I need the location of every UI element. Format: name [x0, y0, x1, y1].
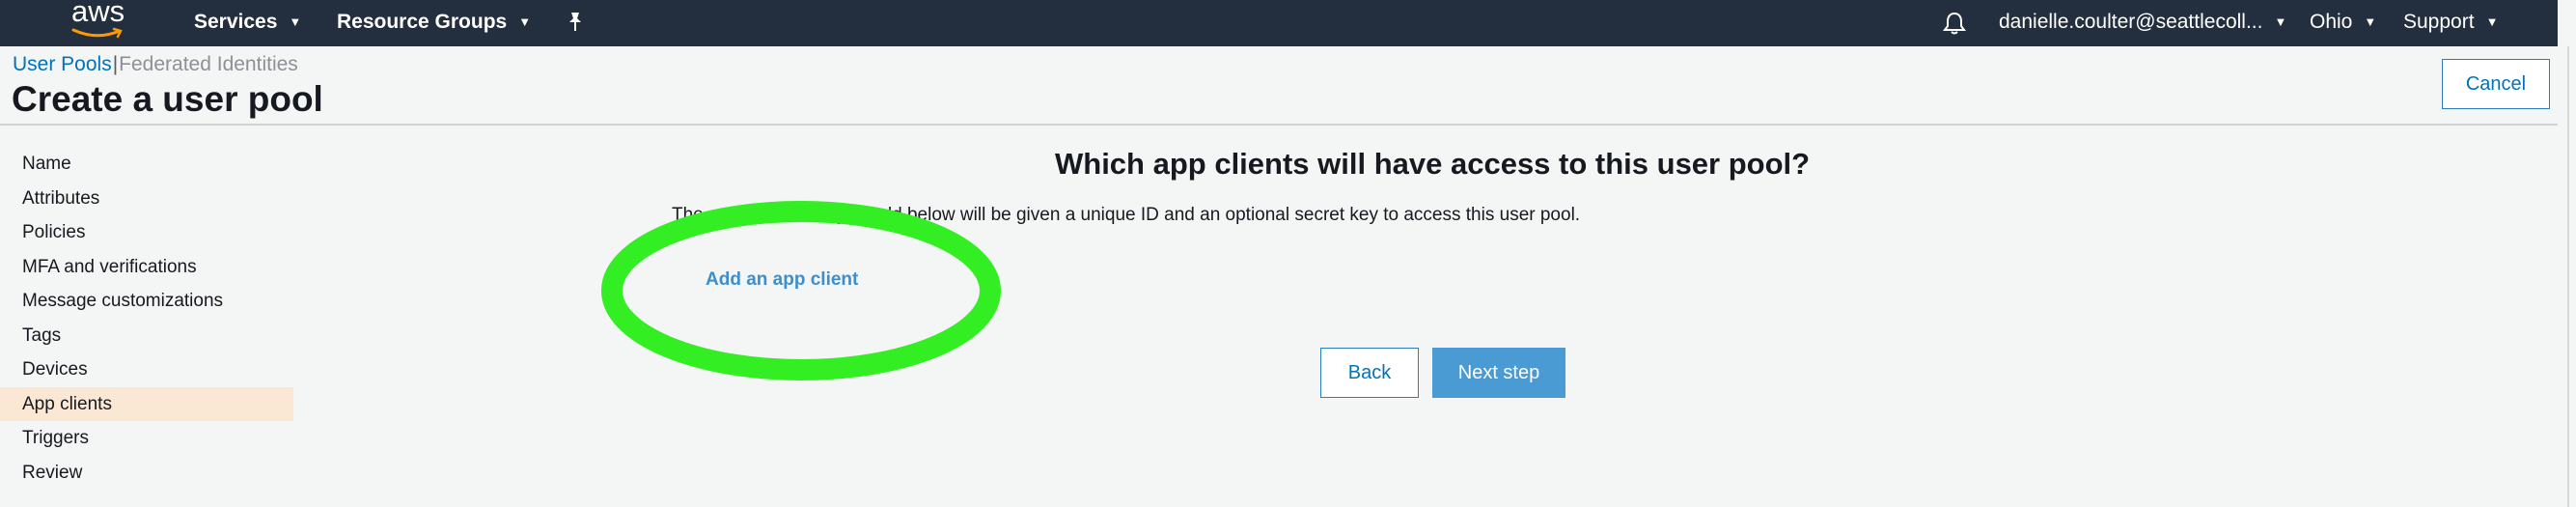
user-pools-link[interactable]: User Pools — [13, 53, 112, 75]
aws-logo-text: aws — [71, 0, 125, 28]
sidebar-item-tags[interactable]: Tags — [0, 319, 293, 353]
top-navigation-bar: aws Services ▼ Resource Groups ▼ danielle.… — [0, 0, 2576, 46]
chevron-down-icon: ▼ — [518, 14, 532, 29]
chevron-down-icon: ▼ — [2485, 14, 2499, 29]
user-account-menu[interactable]: danielle.coulter@seattlecoll... ▼ — [1999, 0, 2286, 46]
highlight-annotation-ellipse — [601, 201, 1001, 380]
section-description: The app clients that you add below will … — [672, 205, 1581, 225]
cancel-button[interactable]: Cancel — [2442, 59, 2550, 109]
add-app-client-link[interactable]: Add an app client — [706, 269, 858, 291]
page-title: Create a user pool — [12, 79, 323, 119]
pin-icon[interactable] — [564, 10, 587, 35]
sidebar-item-attributes[interactable]: Attributes — [0, 182, 293, 216]
breadcrumb-separator: | — [112, 53, 119, 75]
sidebar-item-mfa-verifications[interactable]: MFA and verifications — [0, 250, 293, 285]
federated-identities-link[interactable]: Federated Identities — [119, 53, 298, 75]
back-button[interactable]: Back — [1320, 348, 1419, 398]
aws-logo[interactable]: aws — [69, 0, 137, 42]
support-menu[interactable]: Support ▼ — [2403, 0, 2498, 46]
user-account-label: danielle.coulter@seattlecoll... — [1999, 11, 2263, 33]
sidebar-item-message-customizations[interactable]: Message customizations — [0, 284, 293, 319]
section-heading: Which app clients will have access to th… — [1055, 147, 1811, 181]
header-divider — [0, 124, 2558, 126]
breadcrumb: User Pools|Federated Identities — [13, 53, 298, 76]
support-label: Support — [2403, 11, 2475, 33]
resource-groups-menu[interactable]: Resource Groups ▼ — [337, 0, 531, 46]
bell-icon[interactable] — [1942, 10, 1967, 37]
sidebar-item-triggers[interactable]: Triggers — [0, 421, 293, 456]
chevron-down-icon: ▼ — [289, 14, 302, 29]
resource-groups-label: Resource Groups — [337, 11, 508, 33]
region-menu[interactable]: Ohio ▼ — [2310, 0, 2376, 46]
sidebar-item-policies[interactable]: Policies — [0, 215, 293, 250]
next-step-button[interactable]: Next step — [1432, 348, 1565, 398]
sidebar-item-devices[interactable]: Devices — [0, 352, 293, 387]
sidebar-item-review[interactable]: Review — [0, 456, 293, 491]
aws-smile-icon — [71, 27, 123, 39]
chevron-down-icon: ▼ — [2364, 14, 2377, 29]
services-label: Services — [194, 11, 278, 33]
scrollbar-edge — [2567, 46, 2569, 507]
chevron-down-icon: ▼ — [2274, 14, 2287, 29]
sidebar-item-app-clients[interactable]: App clients — [0, 386, 293, 421]
region-label: Ohio — [2310, 11, 2353, 33]
wizard-steps-sidebar: Name Attributes Policies MFA and verific… — [0, 147, 293, 490]
services-menu[interactable]: Services ▼ — [194, 0, 301, 46]
sidebar-item-name[interactable]: Name — [0, 147, 293, 182]
